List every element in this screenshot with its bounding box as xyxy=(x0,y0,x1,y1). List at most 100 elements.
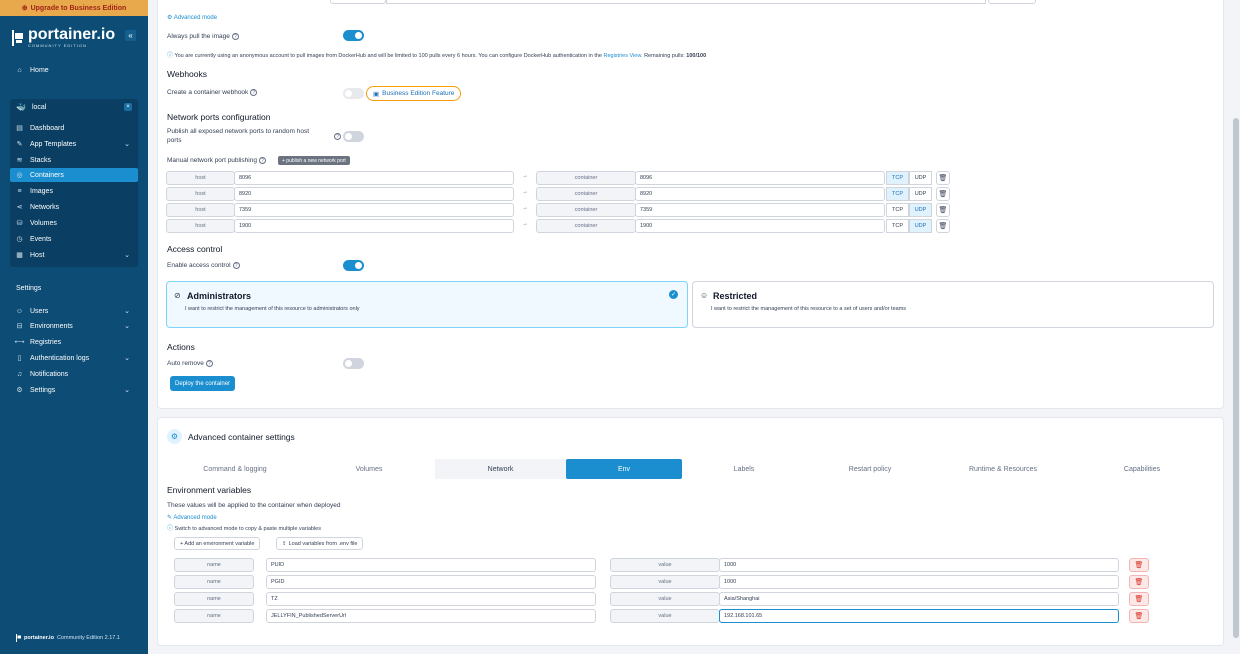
registries-view-link[interactable]: Registries View. xyxy=(604,53,643,59)
sidebar-item-settings[interactable]: ⚙ Settings ⌄ xyxy=(0,383,148,397)
env-advanced-mode-link[interactable]: ✎ Advanced mode xyxy=(167,514,217,521)
search-image-button[interactable] xyxy=(988,0,1036,4)
sidebar-item-dashboard[interactable]: ▤ Dashboard xyxy=(0,121,148,135)
scrollbar-thumb[interactable] xyxy=(1233,118,1239,638)
tab-volumes[interactable]: Volumes xyxy=(311,459,427,479)
restricted-description: I want to restrict the management of thi… xyxy=(711,306,907,312)
tcp-button[interactable]: TCP xyxy=(886,219,909,233)
sidebar-item-label: Dashboard xyxy=(30,124,65,132)
trash-icon[interactable]: 🗑 xyxy=(1129,609,1149,623)
udp-button[interactable]: UDP xyxy=(909,171,932,185)
env-name-input[interactable]: TZ xyxy=(266,592,596,606)
sidebar-item-stacks[interactable]: ≋ Stacks xyxy=(0,153,148,167)
env-value-input[interactable]: 1000 xyxy=(719,575,1119,589)
sidebar-item-registries[interactable]: ⟷ Registries xyxy=(0,335,148,349)
upgrade-banner[interactable]: ⊕ Upgrade to Business Edition xyxy=(0,0,148,16)
collapse-sidebar-button[interactable]: « xyxy=(125,30,136,41)
trash-icon[interactable]: 🗑 xyxy=(936,171,950,185)
image-input[interactable] xyxy=(386,0,986,4)
tab-runtime-resources[interactable]: Runtime & Resources xyxy=(945,459,1061,479)
container-port-input[interactable]: 8096 xyxy=(635,171,885,185)
tab-labels[interactable]: Labels xyxy=(686,459,802,479)
administrators-option[interactable]: ⊘ Administrators I want to restrict the … xyxy=(166,281,688,328)
container-port-input[interactable]: 1900 xyxy=(635,219,885,233)
help-icon[interactable]: ? xyxy=(232,262,240,269)
tab-capabilities[interactable]: Capabilities xyxy=(1084,459,1200,479)
tab-network[interactable]: Network xyxy=(435,459,566,479)
sidebar-item-app-templates[interactable]: ✎ App Templates ⌄ xyxy=(0,137,148,151)
name-label: name xyxy=(174,592,254,606)
udp-button[interactable]: UDP xyxy=(909,187,932,201)
host-port-input[interactable]: 7359 xyxy=(234,203,514,217)
registry-select[interactable] xyxy=(330,0,386,4)
switch-hint-text: Switch to advanced mode to copy & paste … xyxy=(174,526,321,532)
trash-icon[interactable]: 🗑 xyxy=(1129,558,1149,572)
sidebar-item-authentication-logs[interactable]: ▯ Authentication logs ⌄ xyxy=(0,351,148,365)
trash-icon[interactable]: 🗑 xyxy=(936,203,950,217)
close-environment-button[interactable]: × xyxy=(124,103,132,111)
environment-header[interactable]: 🐳 local × xyxy=(10,99,138,115)
host-port-input[interactable]: 8920 xyxy=(234,187,514,201)
sidebar-item-label: Events xyxy=(30,235,52,243)
tcp-button[interactable]: TCP xyxy=(886,203,909,217)
env-name-input[interactable]: PUID xyxy=(266,558,596,572)
brand-logo[interactable]: portainer.io COMMUNITY EDITION xyxy=(10,26,116,48)
udp-button[interactable]: UDP xyxy=(909,219,932,233)
sidebar-item-images[interactable]: ≡ Images xyxy=(0,184,148,198)
env-advanced-mode-label: Advanced mode xyxy=(173,515,217,521)
help-icon[interactable]: ? xyxy=(258,157,266,164)
tcp-button[interactable]: TCP xyxy=(886,171,909,185)
dockerhub-note-text: You are currently using an anonymous acc… xyxy=(174,53,602,59)
tab-restart-policy[interactable]: Restart policy xyxy=(812,459,928,479)
help-icon[interactable]: ? xyxy=(250,89,258,96)
value-label: value xyxy=(610,609,720,623)
add-env-variable-button[interactable]: + Add an environment variable xyxy=(174,537,261,550)
sidebar-item-volumes[interactable]: ⛁ Volumes xyxy=(0,216,148,230)
tab-command-logging[interactable]: Command & logging xyxy=(177,459,293,479)
tab-env[interactable]: Env xyxy=(566,459,682,479)
env-value-input[interactable]: Asia/Shanghai xyxy=(719,592,1119,606)
restricted-option[interactable]: ☺ Restricted I want to restrict the mana… xyxy=(692,281,1214,328)
sidebar-item-host[interactable]: ▦ Host ⌄ xyxy=(0,248,148,262)
publish-new-port-button[interactable]: + publish a new network port xyxy=(278,156,350,165)
deploy-container-button[interactable]: Deploy the container xyxy=(170,376,236,391)
help-icon[interactable]: ? xyxy=(334,133,341,140)
udp-button[interactable]: UDP xyxy=(909,203,932,217)
tcp-button[interactable]: TCP xyxy=(886,187,909,201)
sidebar-item-notifications[interactable]: ♫ Notifications xyxy=(0,367,148,381)
trash-icon[interactable]: 🗑 xyxy=(936,187,950,201)
container-port-input[interactable]: 7359 xyxy=(635,203,885,217)
sidebar-item-events[interactable]: ◷ Events xyxy=(0,232,148,246)
help-icon[interactable]: ? xyxy=(205,360,213,367)
env-value-input[interactable]: 1000 xyxy=(719,558,1119,572)
create-webhook-toggle[interactable] xyxy=(343,88,364,99)
value-label: value xyxy=(610,592,720,606)
always-pull-toggle[interactable] xyxy=(343,30,364,41)
publish-all-toggle[interactable] xyxy=(343,131,364,142)
env-value-input[interactable]: 192.168.101.65 xyxy=(719,609,1119,623)
auto-remove-toggle[interactable] xyxy=(343,358,364,369)
access-control-toggle[interactable] xyxy=(343,260,364,271)
sidebar-item-home[interactable]: ⌂ Home xyxy=(0,63,148,77)
sidebar-item-networks[interactable]: ⋖ Networks xyxy=(0,200,148,214)
sidebar-item-label: Environments xyxy=(30,322,73,330)
help-icon[interactable]: ? xyxy=(231,33,239,40)
env-name-input[interactable]: PGID xyxy=(266,575,596,589)
env-name-input[interactable]: JELLYFIN_PublishedServerUrl xyxy=(266,609,596,623)
trash-icon[interactable]: 🗑 xyxy=(936,219,950,233)
chevron-down-icon: ⌄ xyxy=(124,323,130,330)
webhooks-title: Webhooks xyxy=(167,69,208,79)
business-edition-badge[interactable]: ▣ Business Edition Feature xyxy=(366,86,462,101)
access-control-title: Access control xyxy=(167,244,223,254)
host-port-input[interactable]: 1900 xyxy=(234,219,514,233)
sidebar-item-environments[interactable]: ⊟ Environments ⌄ xyxy=(0,319,148,333)
trash-icon[interactable]: 🗑 xyxy=(1129,592,1149,606)
container-port-input[interactable]: 8920 xyxy=(635,187,885,201)
sidebar-item-users[interactable]: ☺ Users ⌄ xyxy=(0,304,148,318)
advanced-mode-link[interactable]: ⚙ Advanced mode xyxy=(167,14,217,21)
trash-icon[interactable]: 🗑 xyxy=(1129,575,1149,589)
sidebar-item-containers[interactable]: ◎ Containers xyxy=(10,168,138,182)
load-env-file-button[interactable]: ⇪ Load variables from .env file xyxy=(276,537,364,550)
host-port-input[interactable]: 8096 xyxy=(234,171,514,185)
brand-name: portainer.io xyxy=(28,26,116,43)
